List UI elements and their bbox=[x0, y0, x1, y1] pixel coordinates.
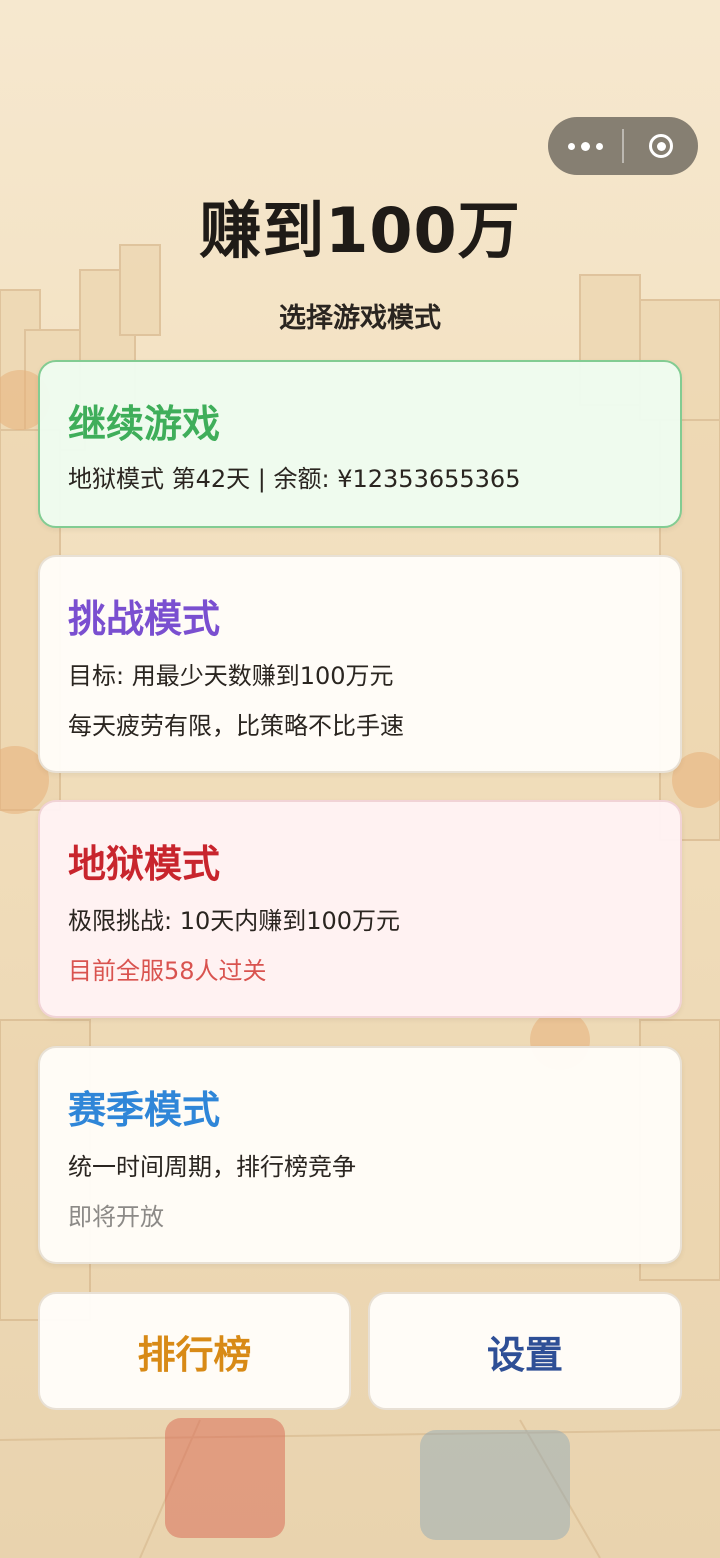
page-subtitle: 选择游戏模式 bbox=[279, 303, 441, 334]
hell-mode-card[interactable]: 地狱模式 极限挑战: 10天内赚到100万元 目前全服58人过关 bbox=[38, 800, 682, 1018]
challenge-mode-title: 挑战模式 bbox=[68, 597, 221, 641]
hell-mode-clear-count: 目前全服58人过关 bbox=[68, 957, 267, 985]
mode-select-screen: 赚到100万 选择游戏模式 继续游戏 地狱模式 第42天 | 余额: ¥1235… bbox=[0, 0, 720, 1558]
continue-game-card[interactable]: 继续游戏 地狱模式 第42天 | 余额: ¥12353655365 bbox=[38, 360, 682, 528]
season-mode-card[interactable]: 赛季模式 统一时间周期，排行榜竞争 即将开放 bbox=[38, 1046, 682, 1264]
page-title: 赚到100万 bbox=[199, 194, 521, 267]
challenge-mode-description: 每天疲劳有限，比策略不比手速 bbox=[68, 712, 404, 740]
settings-button[interactable]: 设置 bbox=[368, 1292, 682, 1410]
continue-game-title: 继续游戏 bbox=[68, 402, 221, 446]
season-mode-title: 赛季模式 bbox=[68, 1088, 221, 1132]
mini-program-capsule bbox=[548, 117, 698, 175]
season-mode-description: 统一时间周期，排行榜竞争 bbox=[68, 1153, 356, 1181]
close-mini-program-button[interactable] bbox=[624, 117, 698, 175]
more-dots-icon[interactable] bbox=[548, 117, 622, 175]
continue-game-status: 地狱模式 第42天 | 余额: ¥12353655365 bbox=[68, 465, 521, 493]
season-mode-status: 即将开放 bbox=[68, 1203, 164, 1231]
hell-mode-goal: 极限挑战: 10天内赚到100万元 bbox=[68, 907, 401, 935]
challenge-mode-card[interactable]: 挑战模式 目标: 用最少天数赚到100万元 每天疲劳有限，比策略不比手速 bbox=[38, 555, 682, 773]
hell-mode-title: 地狱模式 bbox=[68, 842, 221, 886]
leaderboard-button[interactable]: 排行榜 bbox=[38, 1292, 351, 1410]
target-circle-icon bbox=[649, 134, 673, 158]
challenge-mode-goal: 目标: 用最少天数赚到100万元 bbox=[68, 662, 394, 690]
